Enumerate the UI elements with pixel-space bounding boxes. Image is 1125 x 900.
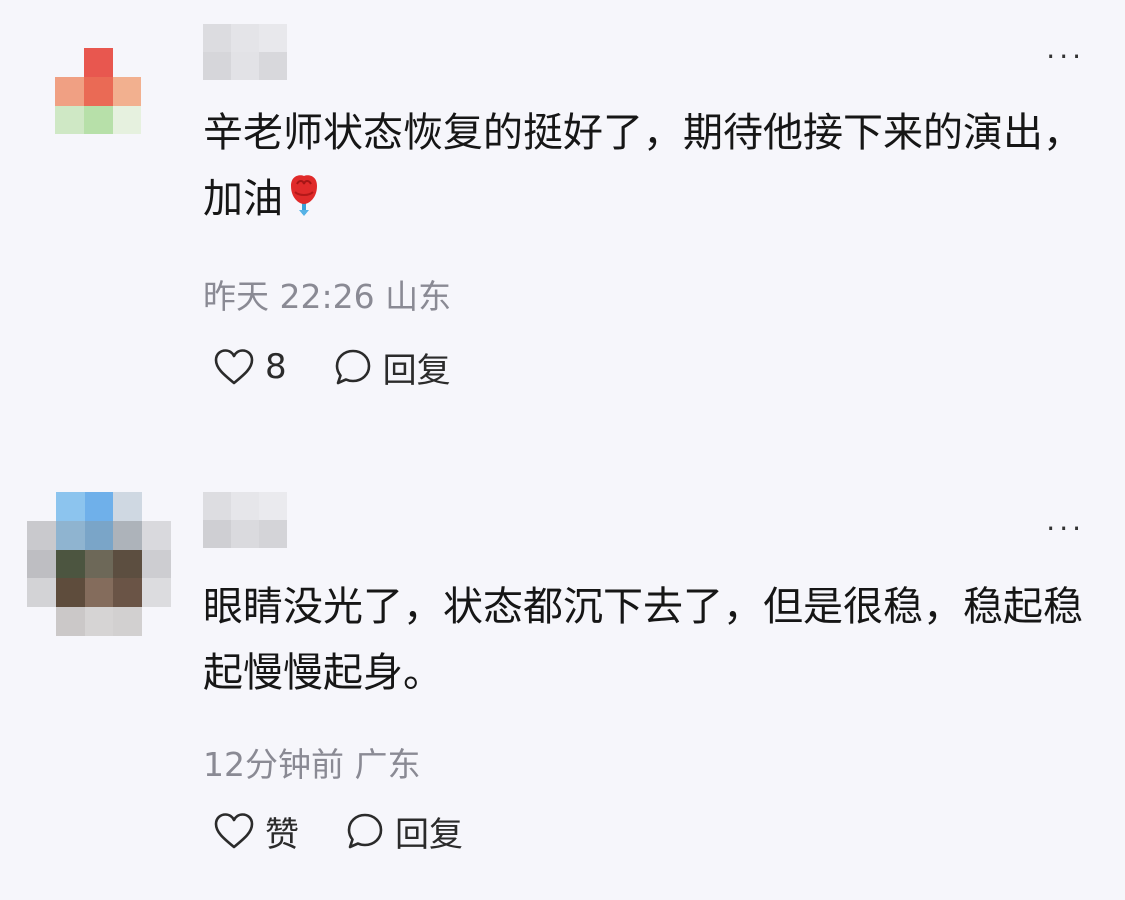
more-options-icon[interactable]: ··· — [1046, 512, 1085, 545]
comment-meta: 12分钟前 广东 — [203, 738, 421, 786]
avatar[interactable] — [27, 492, 171, 636]
avatar[interactable] — [55, 48, 170, 163]
reply-label: 回复 — [382, 350, 451, 391]
comment-body: 辛老师状态恢复的挺好了，期待他接下来的演出，加油 — [203, 110, 1083, 222]
reply-button[interactable]: 回复 — [333, 343, 451, 392]
comment-location: 广东 — [354, 745, 421, 784]
more-options-icon[interactable]: ··· — [1046, 40, 1085, 73]
heart-outline-icon — [214, 349, 254, 385]
comment-meta: 昨天 22:26 山东 — [203, 270, 451, 318]
rose-emoji — [291, 175, 317, 216]
comment-text: 辛老师状态恢复的挺好了，期待他接下来的演出，加油 — [203, 100, 1083, 232]
comment-actions: 赞 回复 — [213, 807, 463, 856]
heart-outline-icon — [214, 813, 254, 849]
username[interactable] — [203, 24, 287, 80]
reply-label: 回复 — [395, 814, 463, 855]
comment-text: 眼睛没光了，状态都沉下去了，但是很稳，稳起稳起慢慢起身。 — [203, 584, 1083, 696]
like-count: 8 — [265, 347, 287, 387]
speech-bubble-icon — [347, 813, 383, 849]
comment-location: 山东 — [385, 277, 452, 316]
like-button[interactable]: 8 — [213, 347, 287, 387]
like-button[interactable]: 赞 — [213, 807, 299, 856]
reply-button[interactable]: 回复 — [345, 807, 463, 856]
comment-time: 昨天 22:26 — [203, 277, 375, 316]
like-label: 赞 — [265, 814, 299, 855]
speech-bubble-icon — [335, 349, 370, 385]
username[interactable] — [203, 492, 287, 548]
comment-time: 12分钟前 — [203, 745, 344, 784]
comment-actions: 8 回复 — [213, 343, 451, 392]
